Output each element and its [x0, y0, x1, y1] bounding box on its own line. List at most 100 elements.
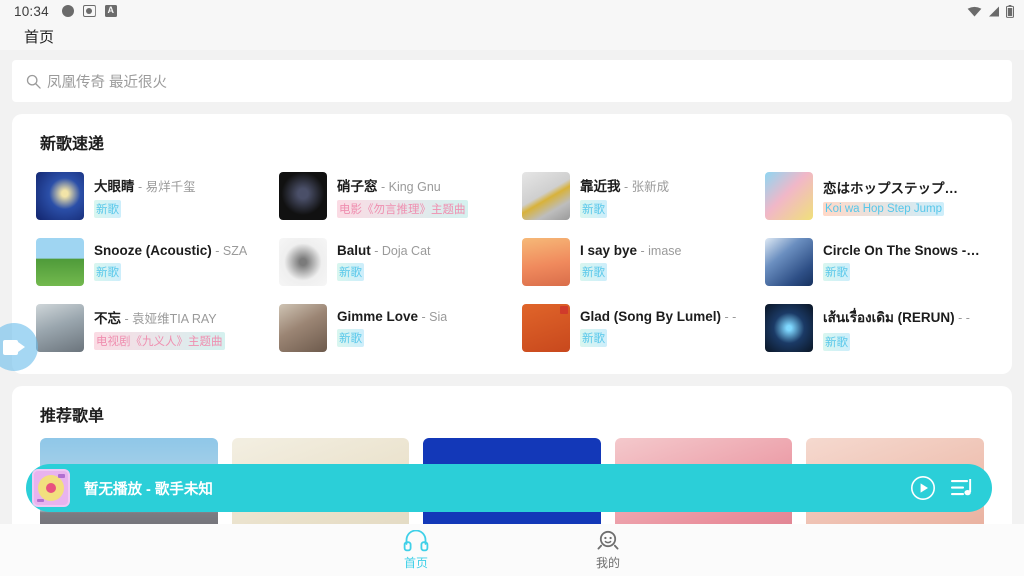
- song-info: เส้นเรื่องเดิม (RERUN) - - 新歌: [823, 306, 970, 351]
- song-tag: 电视剧《九义人》主题曲: [94, 331, 225, 350]
- song-title-line: เส้นเรื่องเดิม (RERUN) - -: [823, 306, 970, 328]
- explicit-badge: [560, 306, 568, 314]
- mini-player-bar[interactable]: 暂无播放 - 歌手未知: [26, 464, 992, 512]
- nav-item-home[interactable]: 首页: [376, 529, 456, 571]
- song-title-line: Circle On The Snows -…: [823, 243, 980, 258]
- song-info: 大眼睛 - 易烊千玺 新歌: [94, 175, 196, 218]
- song-item[interactable]: 硝子窓 - King Gnu 电影《勿言推理》主题曲: [269, 166, 512, 226]
- search-section: 凤凰传奇 最近很火: [0, 50, 1024, 102]
- song-item[interactable]: Gimme Love - Sia 新歌: [269, 298, 512, 358]
- song-title-line: 不忘 - 袁娅维TIA RAY: [94, 307, 225, 327]
- song-item[interactable]: Glad (Song By Lumel) - - 新歌: [512, 298, 755, 358]
- song-name: Snooze (Acoustic): [94, 243, 212, 258]
- song-artist: - 易烊千玺: [134, 179, 196, 194]
- search-icon: [26, 74, 41, 89]
- song-info: Circle On The Snows -… 新歌: [823, 243, 980, 281]
- song-name: 硝子窓: [337, 178, 378, 194]
- song-info: 硝子窓 - King Gnu 电影《勿言推理》主题曲: [337, 175, 468, 218]
- song-item[interactable]: Balut - Doja Cat 新歌: [269, 232, 512, 292]
- new-songs-grid: 大眼睛 - 易烊千玺 新歌 硝子窓 - King Gnu 电影《勿言推理》主题曲 靠近我…: [26, 166, 998, 358]
- nav-label-home: 首页: [403, 555, 428, 570]
- song-tag: 新歌: [580, 329, 607, 347]
- song-tag: 新歌: [94, 263, 121, 281]
- new-songs-title: 新歌速递: [40, 136, 105, 153]
- nav-item-profile[interactable]: 我的: [568, 530, 648, 571]
- new-songs-card: 新歌速递 大眼睛 - 易烊千玺 新歌 硝子窓 - King Gnu 电影《勿言推理》主…: [12, 114, 1012, 374]
- wifi-icon: [967, 6, 982, 17]
- song-tag: 新歌: [580, 199, 607, 218]
- song-cover: [279, 172, 327, 220]
- page-title: 首页: [24, 28, 55, 46]
- song-item[interactable]: เส้นเรื่องเดิม (RERUN) - - 新歌: [755, 298, 998, 358]
- song-tag: 新歌: [94, 199, 121, 218]
- song-title-line: 靠近我 - 张新成: [580, 175, 669, 195]
- song-artist: - 袁娅维TIA RAY: [121, 311, 217, 326]
- song-artist: - -: [954, 310, 970, 325]
- song-title-line: Balut - Doja Cat: [337, 243, 431, 258]
- song-tag: 新歌: [823, 263, 850, 281]
- song-name: 不忘: [94, 310, 121, 326]
- song-artist: - 张新成: [620, 179, 670, 194]
- song-name: Gimme Love: [337, 309, 419, 324]
- playlists-title: 推荐歌单: [40, 408, 105, 425]
- song-item[interactable]: 不忘 - 袁娅维TIA RAY 电视剧《九义人》主题曲: [26, 298, 269, 358]
- search-placeholder: 凤凰传奇 最近很火: [47, 74, 168, 91]
- song-title-line: 硝子窓 - King Gnu: [337, 175, 468, 195]
- song-title-line: Glad (Song By Lumel) - -: [580, 309, 736, 324]
- bottom-navigation: 首页 我的: [0, 524, 1024, 576]
- song-name: 大眼睛: [94, 178, 135, 194]
- song-info: I say bye - imase 新歌: [580, 243, 682, 281]
- playlist-music-icon[interactable]: [950, 476, 976, 500]
- vinyl-record-icon: [32, 469, 70, 507]
- camera-icon: [83, 5, 96, 17]
- song-cover: [522, 238, 570, 286]
- song-tag: 新歌: [580, 263, 607, 281]
- player-track-title: 暂无播放 - 歌手未知: [84, 481, 213, 498]
- song-item[interactable]: 恋はホップステップ… Koi wa Hop Step Jump: [755, 166, 998, 226]
- song-title-line: 大眼睛 - 易烊千玺: [94, 175, 196, 195]
- app-root: 10:34 首页: [0, 0, 1024, 576]
- song-info: Glad (Song By Lumel) - - 新歌: [580, 309, 736, 347]
- song-item[interactable]: 大眼睛 - 易烊千玺 新歌: [26, 166, 269, 226]
- song-info: 靠近我 - 张新成 新歌: [580, 175, 669, 218]
- song-cover: [765, 304, 813, 352]
- battery-icon: [1006, 4, 1014, 18]
- song-artist: - SZA: [211, 244, 248, 258]
- song-title-line: Snooze (Acoustic) - SZA: [94, 243, 247, 258]
- song-name: 靠近我: [580, 178, 621, 194]
- song-info: 恋はホップステップ… Koi wa Hop Step Jump: [823, 177, 958, 216]
- song-tag: 新歌: [337, 329, 364, 347]
- status-bar-clock: 10:34: [14, 3, 49, 19]
- song-cover: [36, 172, 84, 220]
- song-item[interactable]: 靠近我 - 张新成 新歌: [512, 166, 755, 226]
- song-artist: - -: [721, 310, 737, 324]
- song-item[interactable]: I say bye - imase 新歌: [512, 232, 755, 292]
- song-item[interactable]: Snooze (Acoustic) - SZA 新歌: [26, 232, 269, 292]
- song-info: 不忘 - 袁娅维TIA RAY 电视剧《九义人》主题曲: [94, 307, 225, 350]
- song-cover: [279, 238, 327, 286]
- song-name: 恋はホップステップ…: [823, 180, 958, 196]
- status-bar-left-icons: [61, 4, 117, 17]
- song-name: I say bye: [580, 243, 638, 258]
- song-cover: [522, 304, 570, 352]
- play-circle-icon[interactable]: [910, 475, 936, 501]
- song-artist: - imase: [637, 244, 682, 258]
- song-artist: - Doja Cat: [370, 244, 431, 258]
- song-tag: 新歌: [823, 332, 850, 351]
- song-name: Glad (Song By Lumel): [580, 309, 722, 324]
- song-name: เส้นเรื่องเดิม (RERUN): [823, 309, 955, 325]
- song-item[interactable]: Circle On The Snows -… 新歌: [755, 232, 998, 292]
- title-bar: 首页: [0, 22, 1024, 50]
- song-name: Circle On The Snows -…: [823, 243, 980, 258]
- song-cover: [765, 172, 813, 220]
- song-tag: Koi wa Hop Step Jump: [823, 201, 944, 216]
- video-camera-icon: [3, 339, 25, 355]
- signal-icon: [989, 6, 999, 16]
- search-input[interactable]: 凤凰传奇 最近很火: [12, 60, 1012, 102]
- song-info: Gimme Love - Sia 新歌: [337, 309, 447, 347]
- circle-icon: [61, 5, 74, 17]
- song-artist: - Sia: [418, 310, 448, 324]
- person-icon: [597, 530, 619, 549]
- song-info: Snooze (Acoustic) - SZA 新歌: [94, 243, 247, 281]
- status-bar-right-icons: [967, 4, 1014, 18]
